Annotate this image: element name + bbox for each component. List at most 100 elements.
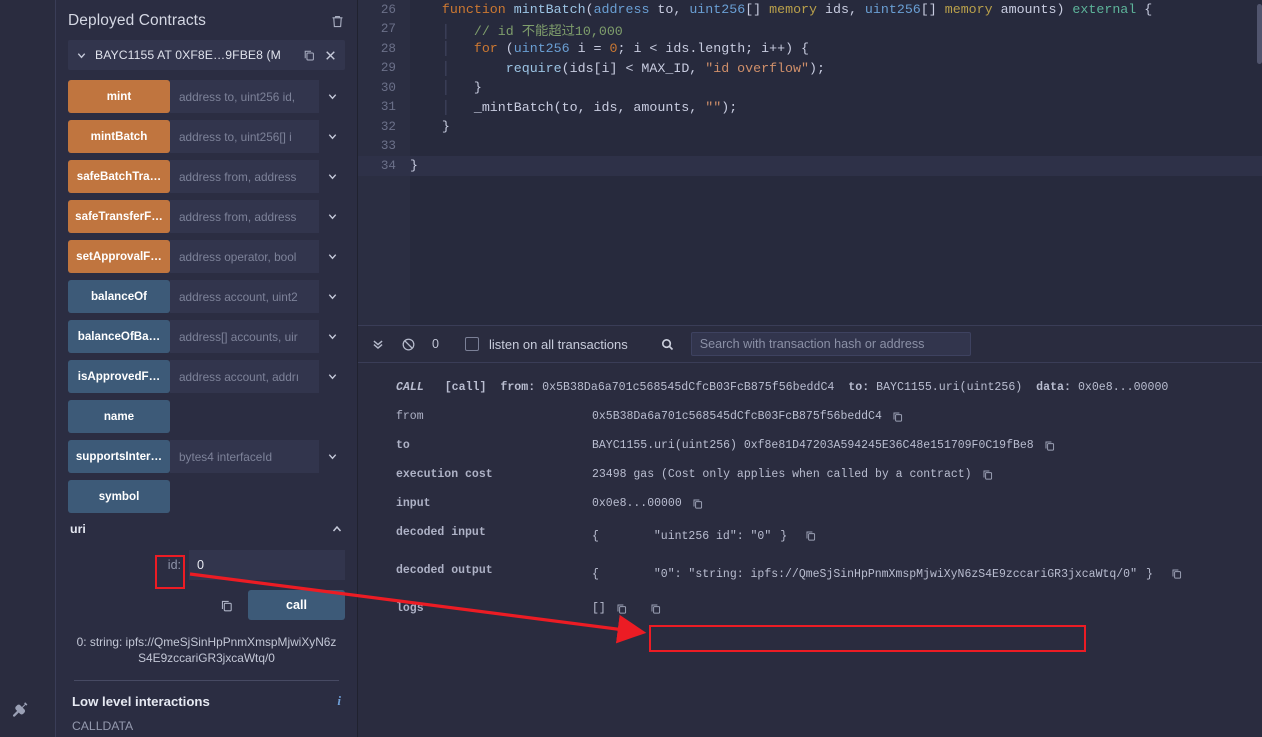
function-input-balanceOfBatch[interactable] — [170, 320, 319, 353]
function-button-symbol[interactable]: symbol — [68, 480, 170, 513]
close-icon[interactable] — [324, 49, 337, 62]
function-button-name[interactable]: name — [68, 400, 170, 433]
chevron-down-icon[interactable] — [319, 280, 345, 313]
function-input-balanceOf[interactable] — [170, 280, 319, 313]
line-number: 29 — [380, 61, 396, 76]
code-text: │ for (uint256 i = 0; i < ids.length; i+… — [410, 41, 810, 57]
listen-all-transactions-label: listen on all transactions — [488, 336, 628, 352]
code-line: 30 │ } — [358, 78, 1262, 98]
function-input-mint[interactable] — [170, 80, 319, 113]
function-button-mint[interactable]: mint — [68, 80, 170, 113]
chevron-down-icon[interactable] — [319, 200, 345, 233]
copy-calldata-icon[interactable] — [219, 598, 234, 613]
json-close-row: } — [1146, 564, 1183, 586]
copy-icon[interactable] — [615, 602, 628, 615]
function-row-name: name — [68, 400, 345, 433]
uri-id-input[interactable] — [189, 550, 345, 580]
call-button[interactable]: call — [248, 590, 345, 620]
contract-instance-header[interactable]: BAYC1155 AT 0XF8E…9FBE8 (M — [68, 40, 345, 70]
tx-kind: [call] — [444, 381, 487, 394]
listen-all-transactions-checkbox[interactable] — [464, 337, 479, 351]
copy-icon[interactable] — [891, 410, 904, 423]
function-row-balanceOf: balanceOf — [68, 280, 345, 313]
copy-icon[interactable] — [1170, 567, 1183, 580]
tx-row-input: input 0x0e8...00000 — [358, 497, 1262, 510]
function-button-safeTransferFrom[interactable]: safeTransferF… — [68, 200, 170, 233]
tx-row-decoded-output: decoded output { "0": "string: ipfs://Qm… — [358, 564, 1262, 586]
chevron-up-icon[interactable] — [331, 523, 343, 535]
uri-call-result: 0: string: ipfs://QmeSjSinHpPnmXmspMjwiX… — [76, 635, 337, 666]
function-input-setApprovalForAll[interactable] — [170, 240, 319, 273]
line-number: 30 — [380, 80, 396, 95]
trash-icon[interactable] — [330, 14, 345, 29]
code-line: 33 — [358, 137, 1262, 157]
tx-from-value: 0x5B38Da6a701c568545dCfcB03FcB875f56bedd… — [542, 381, 835, 394]
chevron-down-icon[interactable] — [319, 80, 345, 113]
copy-icon[interactable] — [649, 602, 662, 615]
row-value-wrap: 0x5B38Da6a701c568545dCfcB03FcB875f56bedd… — [592, 410, 904, 423]
info-icon[interactable]: i — [337, 693, 341, 709]
chevron-down-icon[interactable] — [319, 240, 345, 273]
row-value-wrap: BAYC1155.uri(uint256) 0xf8e81D47203A5942… — [592, 439, 1056, 452]
function-button-isApprovedForAll[interactable]: isApprovedF… — [68, 360, 170, 393]
row-value: BAYC1155.uri(uint256) 0xf8e81D47203A5942… — [592, 439, 1034, 452]
chevron-down-icon[interactable] — [319, 160, 345, 193]
row-key: from — [396, 410, 424, 423]
json-body: "0": "string: ipfs://QmeSjSinHpPnmXmspMj… — [653, 567, 1137, 581]
plug-icon[interactable] — [8, 697, 36, 725]
function-button-mintBatch[interactable]: mintBatch — [68, 120, 170, 153]
code-text: } — [441, 119, 450, 135]
function-button-balanceOf[interactable]: balanceOf — [68, 280, 170, 313]
code-line-active: 34 } — [358, 156, 1262, 176]
tx-row-logs: logs [] — [358, 602, 1262, 615]
tx-data-label: data: — [1036, 381, 1071, 394]
chevron-down-icon[interactable] — [319, 120, 345, 153]
function-input-isApprovedForAll[interactable] — [170, 360, 319, 393]
line-number: 33 — [380, 139, 396, 154]
json-open: { — [592, 567, 599, 581]
function-row-safeBatchTransferFrom: safeBatchTra… — [68, 160, 345, 193]
deployed-contracts-header: Deployed Contracts — [56, 0, 357, 40]
function-button-supportsInterface[interactable]: supportsInter… — [68, 440, 170, 473]
function-input-safeBatchTransferFrom[interactable] — [170, 160, 319, 193]
row-value-wrap: 0x0e8...00000 — [592, 497, 704, 510]
tx-tag: CALL — [396, 381, 424, 394]
calldata-label: CALLDATA — [72, 719, 134, 734]
terminal-toolbar: 0 listen on all transactions — [358, 325, 1262, 363]
function-input-safeTransferFrom[interactable] — [170, 200, 319, 233]
transaction-header[interactable]: CALL [call] from: 0x5B38Da6a701c568545dC… — [358, 381, 1262, 394]
chevron-down-icon[interactable] — [319, 360, 345, 393]
terminal-log-count: 0 — [432, 337, 439, 351]
function-button-setApprovalForAll[interactable]: setApprovalF… — [68, 240, 170, 273]
function-row-uri[interactable]: uri — [68, 520, 345, 536]
chevron-down-icon[interactable] — [76, 50, 87, 61]
chevron-down-icon[interactable] — [319, 320, 345, 353]
row-key: decoded input — [396, 526, 486, 539]
copy-icon[interactable] — [804, 529, 817, 542]
function-input-mintBatch[interactable] — [170, 120, 319, 153]
function-input-supportsInterface[interactable] — [170, 440, 319, 473]
code-line: 28 │ for (uint256 i = 0; i < ids.length;… — [358, 39, 1262, 59]
code-editor[interactable]: 26 function mintBatch(address to, uint25… — [358, 0, 1262, 325]
function-button-safeBatchTransferFrom[interactable]: safeBatchTra… — [68, 160, 170, 193]
copy-icon[interactable] — [981, 468, 994, 481]
row-key: input — [396, 497, 431, 510]
chevron-down-icon[interactable] — [319, 440, 345, 473]
row-value-wrap: { "uint256 id": "0" } — [592, 526, 817, 548]
code-text: } — [410, 158, 418, 174]
copy-icon[interactable] — [302, 48, 316, 62]
line-number: 32 — [380, 119, 396, 134]
json-close: } — [1146, 567, 1153, 581]
row-value: 23498 gas (Cost only applies when called… — [592, 468, 972, 481]
copy-icon[interactable] — [1043, 439, 1056, 452]
page-title: Deployed Contracts — [68, 12, 206, 29]
code-text: │ _mintBatch(to, ids, amounts, ""); — [410, 99, 738, 115]
chevrons-down-icon[interactable] — [368, 337, 388, 351]
function-button-balanceOfBatch[interactable]: balanceOfBa… — [68, 320, 170, 353]
copy-icon[interactable] — [691, 497, 704, 510]
ban-icon[interactable] — [398, 337, 418, 352]
code-text: │ } — [410, 80, 482, 96]
terminal-search-input[interactable] — [690, 332, 971, 356]
row-value: [] — [592, 601, 606, 615]
